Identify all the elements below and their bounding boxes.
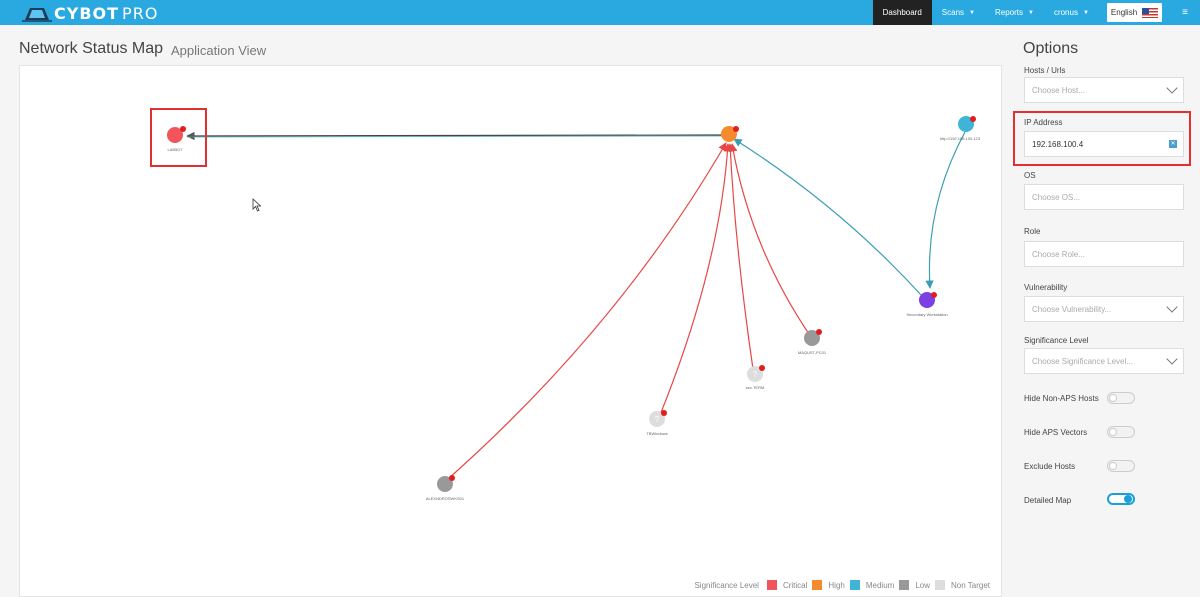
node-high-target[interactable] [721, 126, 739, 142]
nav-dashboard[interactable]: Dashboard [872, 0, 932, 25]
us-flag-icon [1142, 7, 1159, 18]
exclude-hosts-toggle[interactable] [1107, 460, 1135, 472]
legend-low: Low [899, 580, 930, 590]
nav-menu: Dashboard Scans ▼ Reports ▼ cronus ▼ Englis… [872, 0, 1200, 25]
os-input[interactable]: Choose OS... [1024, 184, 1184, 210]
edge-secterm-to-high [726, 143, 754, 370]
vulnerability-select[interactable]: Choose Vulnerability... [1024, 296, 1184, 322]
role-label: Role [1024, 227, 1041, 236]
edge-purple-to-high [733, 138, 923, 297]
nav-user[interactable]: cronus ▼ [1044, 0, 1099, 25]
hosts-label: Hosts / Urls [1024, 66, 1066, 75]
legend-critical: Critical [766, 580, 807, 590]
detailed-map-toggle[interactable] [1107, 493, 1135, 505]
node-alexndros[interactable]: ALEXNDROSWKS01 [426, 475, 465, 501]
tab-application-view[interactable]: Application View [171, 43, 266, 58]
ip-address-input[interactable]: 192.168.100.4 ✕ [1024, 131, 1184, 157]
ip-address-label: IP Address [1024, 118, 1063, 127]
nav-reports[interactable]: Reports ▼ [985, 0, 1044, 25]
page-title: Network Status Map [19, 40, 164, 57]
role-input[interactable]: Choose Role... [1024, 241, 1184, 267]
edge-maqust-to-high [729, 143, 810, 335]
significance-legend: Significance Level Critical High Medium … [694, 580, 995, 590]
node-lab5g7[interactable]: LAB5G7 [167, 126, 186, 152]
options-title: Options [1023, 40, 1079, 57]
node-secterm[interactable]: ? sec.TERM [746, 365, 765, 390]
question-icon: ? [655, 415, 660, 424]
caret-down-icon: ▼ [1082, 9, 1089, 16]
chevron-down-icon [1166, 301, 1178, 313]
node-label: MAQUST-PC01 [798, 350, 827, 355]
chevron-down-icon [1166, 353, 1178, 365]
network-map-canvas[interactable]: LAB5G7 http://192.168.100.123 Secondary … [20, 66, 1003, 597]
detailed-map-label: Detailed Map [1024, 496, 1072, 505]
node-label: http://192.168.100.123 [940, 136, 981, 141]
node-tbwindows[interactable]: ? TBWindows [646, 410, 668, 436]
node-secondary-workstation[interactable]: Secondary Workstation [906, 292, 948, 317]
cybot-logo[interactable]: CYBOT PRO [22, 3, 158, 23]
top-navbar: CYBOT PRO Dashboard Scans ▼ Reports ▼ cronu… [0, 0, 1200, 25]
edge-tbwindows-to-high [659, 143, 732, 416]
network-map[interactable]: LAB5G7 http://192.168.100.123 Secondary … [19, 65, 1002, 597]
caret-down-icon: ▼ [1027, 9, 1034, 16]
node-label: TBWindows [646, 431, 667, 436]
caret-down-icon: ▼ [969, 9, 975, 16]
node-label: ALEXNDROSWKS01 [426, 496, 465, 501]
clear-icon[interactable]: ✕ [1169, 140, 1177, 148]
question-icon: ? [753, 370, 758, 379]
node-label: sec.TERM [746, 385, 765, 390]
exclude-hosts-label: Exclude Hosts [1024, 462, 1076, 471]
hosts-select[interactable]: Choose Host... [1024, 77, 1184, 103]
node-medium-url[interactable]: http://192.168.100.123 [940, 116, 981, 141]
hamburger-menu-icon[interactable]: ≡ [1170, 0, 1200, 25]
legend-medium: Medium [849, 580, 894, 590]
mouse-cursor-icon [252, 198, 262, 212]
hide-aps-vectors-label: Hide APS Vectors [1024, 428, 1088, 437]
legend-non-target: Non Target [935, 580, 990, 590]
os-label: OS [1024, 171, 1036, 180]
vulnerability-label: Vulnerability [1024, 283, 1068, 292]
legend-high: High [812, 580, 845, 590]
significance-select[interactable]: Choose Significance Level... [1024, 348, 1184, 374]
edge-alexndros-to-high [447, 142, 727, 480]
brand-name: CYBOT PRO [54, 3, 159, 23]
language-selector[interactable]: English [1106, 3, 1163, 22]
hide-non-aps-toggle[interactable] [1107, 392, 1135, 404]
chevron-down-icon [1166, 82, 1178, 94]
node-label: Secondary Workstation [906, 312, 947, 317]
edge-medium-to-purple [925, 131, 966, 289]
node-label: LAB5G7 [167, 147, 183, 152]
nav-scans[interactable]: Scans ▼ [932, 0, 985, 25]
logo-mark-icon [22, 4, 52, 22]
node-maqust[interactable]: MAQUST-PC01 [798, 329, 827, 355]
hide-aps-vectors-toggle[interactable] [1107, 426, 1135, 438]
hide-non-aps-label: Hide Non-APS Hosts [1024, 394, 1099, 403]
legend-title: Significance Level [694, 580, 759, 590]
significance-label: Significance Level [1024, 336, 1089, 345]
